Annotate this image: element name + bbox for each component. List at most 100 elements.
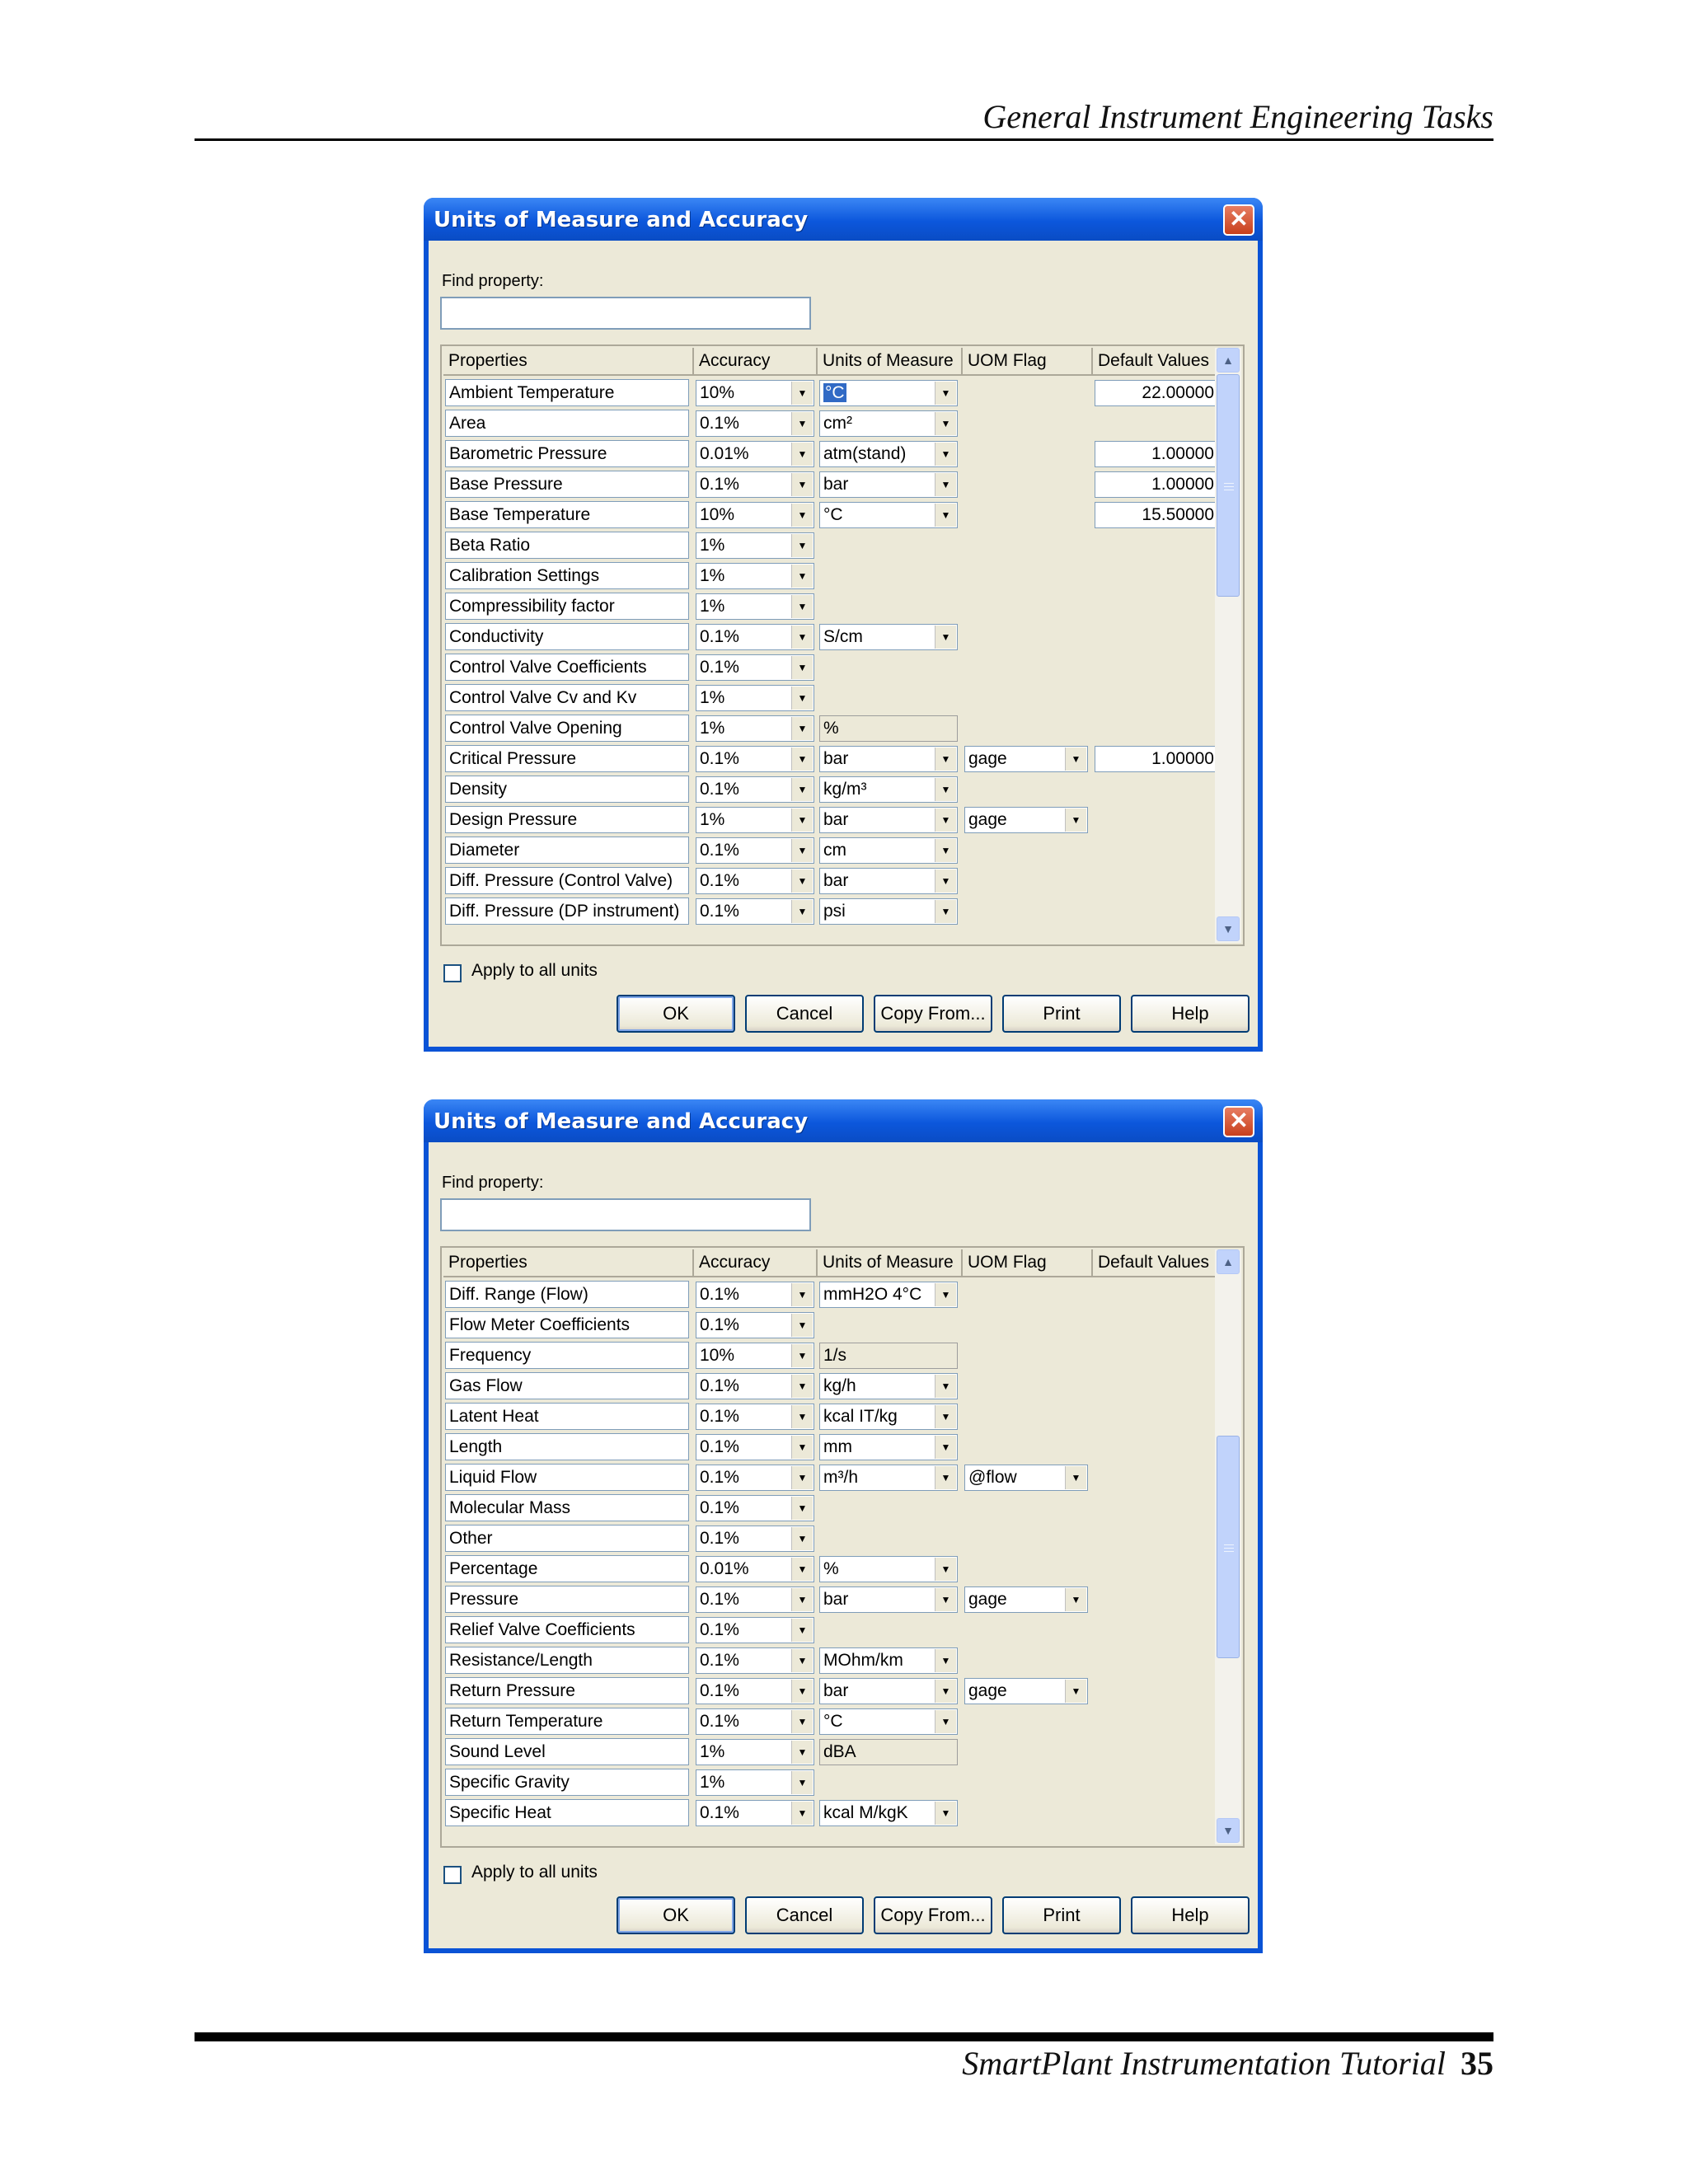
dialog-titlebar[interactable]: Units of Measure and Accuracy ✕: [424, 1099, 1263, 1142]
apply-to-all-checkbox[interactable]: [443, 1866, 462, 1884]
chevron-down-icon[interactable]: ▼: [935, 1588, 956, 1611]
chevron-down-icon[interactable]: ▼: [791, 1588, 813, 1611]
accuracy-dropdown[interactable]: 1% ▼: [696, 563, 814, 589]
apply-to-all-label[interactable]: Apply to all units: [471, 961, 598, 981]
units-dropdown[interactable]: kcal IT/kg ▼: [819, 1404, 958, 1430]
scrollbar-thumb[interactable]: [1217, 374, 1240, 597]
property-name-cell[interactable]: Gas Flow: [445, 1372, 689, 1399]
chevron-down-icon[interactable]: ▼: [791, 1527, 813, 1550]
uom-flag-dropdown[interactable]: gage ▼: [964, 1678, 1088, 1704]
default-value-field[interactable]: 22.00000: [1095, 380, 1218, 406]
ok-button[interactable]: OK: [617, 1896, 735, 1934]
vertical-scrollbar[interactable]: ▲ ▼: [1215, 1249, 1241, 1844]
default-value-field[interactable]: 1.00000: [1095, 746, 1218, 772]
accuracy-dropdown[interactable]: 0.1% ▼: [696, 1282, 814, 1308]
units-dropdown[interactable]: bar ▼: [819, 807, 958, 833]
default-value-field[interactable]: 1.00000: [1095, 441, 1218, 467]
chevron-down-icon[interactable]: ▼: [935, 900, 956, 923]
chevron-down-icon[interactable]: ▼: [791, 656, 813, 679]
chevron-down-icon[interactable]: ▼: [791, 1680, 813, 1703]
column-header-accuracy[interactable]: Accuracy: [694, 1249, 818, 1277]
print-button[interactable]: Print: [1002, 995, 1121, 1033]
property-name-cell[interactable]: Sound Level: [445, 1738, 689, 1765]
units-dropdown[interactable]: m³/h ▼: [819, 1465, 958, 1491]
property-name-cell[interactable]: Frequency: [445, 1342, 689, 1369]
accuracy-dropdown[interactable]: 0.1% ▼: [696, 1404, 814, 1430]
uom-flag-dropdown[interactable]: @flow ▼: [964, 1465, 1088, 1491]
apply-to-all-label[interactable]: Apply to all units: [471, 1863, 598, 1882]
accuracy-dropdown[interactable]: 0.1% ▼: [696, 1373, 814, 1399]
units-dropdown[interactable]: MOhm/km ▼: [819, 1647, 958, 1674]
accuracy-dropdown[interactable]: 0.01% ▼: [696, 1556, 814, 1582]
help-button[interactable]: Help: [1131, 1896, 1250, 1934]
units-dropdown[interactable]: bar ▼: [819, 471, 958, 498]
chevron-down-icon[interactable]: ▼: [935, 778, 956, 801]
property-name-cell[interactable]: Latent Heat: [445, 1403, 689, 1430]
accuracy-dropdown[interactable]: 0.1% ▼: [696, 1800, 814, 1826]
chevron-down-icon[interactable]: ▼: [791, 534, 813, 557]
accuracy-dropdown[interactable]: 0.1% ▼: [696, 776, 814, 803]
cancel-button[interactable]: Cancel: [745, 1896, 864, 1934]
chevron-down-icon[interactable]: ▼: [935, 443, 956, 466]
accuracy-dropdown[interactable]: 1% ▼: [696, 685, 814, 711]
property-name-cell[interactable]: Calibration Settings: [445, 562, 689, 589]
chevron-down-icon[interactable]: ▼: [791, 1558, 813, 1581]
accuracy-dropdown[interactable]: 0.1% ▼: [696, 1586, 814, 1613]
chevron-down-icon[interactable]: ▼: [935, 1466, 956, 1489]
scroll-down-icon[interactable]: ▼: [1217, 1818, 1240, 1843]
accuracy-dropdown[interactable]: 1% ▼: [696, 593, 814, 620]
chevron-down-icon[interactable]: ▼: [791, 1436, 813, 1459]
property-name-cell[interactable]: Specific Gravity: [445, 1769, 689, 1796]
close-icon[interactable]: ✕: [1223, 1106, 1254, 1137]
property-name-cell[interactable]: Diff. Pressure (Control Valve): [445, 867, 689, 894]
accuracy-dropdown[interactable]: 0.1% ▼: [696, 410, 814, 437]
units-dropdown[interactable]: kg/h ▼: [819, 1373, 958, 1399]
chevron-down-icon[interactable]: ▼: [935, 1649, 956, 1672]
uom-flag-dropdown[interactable]: gage ▼: [964, 807, 1088, 833]
column-header-units[interactable]: Units of Measure: [818, 348, 963, 376]
accuracy-dropdown[interactable]: 0.1% ▼: [696, 1617, 814, 1643]
property-name-cell[interactable]: Length: [445, 1433, 689, 1460]
chevron-down-icon[interactable]: ▼: [791, 443, 813, 466]
units-dropdown[interactable]: bar ▼: [819, 868, 958, 894]
property-name-cell[interactable]: Critical Pressure: [445, 745, 689, 772]
chevron-down-icon[interactable]: ▼: [935, 808, 956, 832]
property-name-cell[interactable]: Compressibility factor: [445, 593, 689, 620]
property-name-cell[interactable]: Diameter: [445, 837, 689, 864]
units-dropdown[interactable]: bar ▼: [819, 1586, 958, 1613]
accuracy-dropdown[interactable]: 0.1% ▼: [696, 1495, 814, 1521]
units-dropdown[interactable]: S/cm ▼: [819, 624, 958, 650]
chevron-down-icon[interactable]: ▼: [935, 839, 956, 862]
column-header-accuracy[interactable]: Accuracy: [694, 348, 818, 376]
chevron-down-icon[interactable]: ▼: [1065, 1466, 1086, 1489]
chevron-down-icon[interactable]: ▼: [791, 1497, 813, 1520]
property-name-cell[interactable]: Flow Meter Coefficients: [445, 1311, 689, 1338]
property-name-cell[interactable]: Density: [445, 776, 689, 803]
property-name-cell[interactable]: Control Valve Coefficients: [445, 654, 689, 681]
accuracy-dropdown[interactable]: 10% ▼: [696, 1343, 814, 1369]
scroll-up-icon[interactable]: ▲: [1217, 1249, 1240, 1274]
print-button[interactable]: Print: [1002, 1896, 1121, 1934]
units-dropdown[interactable]: °C ▼: [819, 502, 958, 528]
accuracy-dropdown[interactable]: 10% ▼: [696, 502, 814, 528]
property-name-cell[interactable]: Barometric Pressure: [445, 440, 689, 467]
chevron-down-icon[interactable]: ▼: [791, 382, 813, 405]
property-name-cell[interactable]: Other: [445, 1525, 689, 1552]
chevron-down-icon[interactable]: ▼: [791, 1771, 813, 1794]
chevron-down-icon[interactable]: ▼: [791, 748, 813, 771]
chevron-down-icon[interactable]: ▼: [791, 900, 813, 923]
chevron-down-icon[interactable]: ▼: [935, 1710, 956, 1733]
units-dropdown[interactable]: kcal M/kgK ▼: [819, 1800, 958, 1826]
chevron-down-icon[interactable]: ▼: [791, 504, 813, 527]
property-name-cell[interactable]: Control Valve Opening: [445, 715, 689, 742]
units-dropdown[interactable]: bar ▼: [819, 746, 958, 772]
units-dropdown[interactable]: kg/m³ ▼: [819, 776, 958, 803]
property-name-cell[interactable]: Conductivity: [445, 623, 689, 650]
close-icon[interactable]: ✕: [1223, 204, 1254, 236]
accuracy-dropdown[interactable]: 1% ▼: [696, 1739, 814, 1765]
property-name-cell[interactable]: Relief Valve Coefficients: [445, 1616, 689, 1643]
chevron-down-icon[interactable]: ▼: [791, 1649, 813, 1672]
accuracy-dropdown[interactable]: 0.01% ▼: [696, 441, 814, 467]
accuracy-dropdown[interactable]: 0.1% ▼: [696, 1708, 814, 1735]
chevron-down-icon[interactable]: ▼: [1065, 1680, 1086, 1703]
